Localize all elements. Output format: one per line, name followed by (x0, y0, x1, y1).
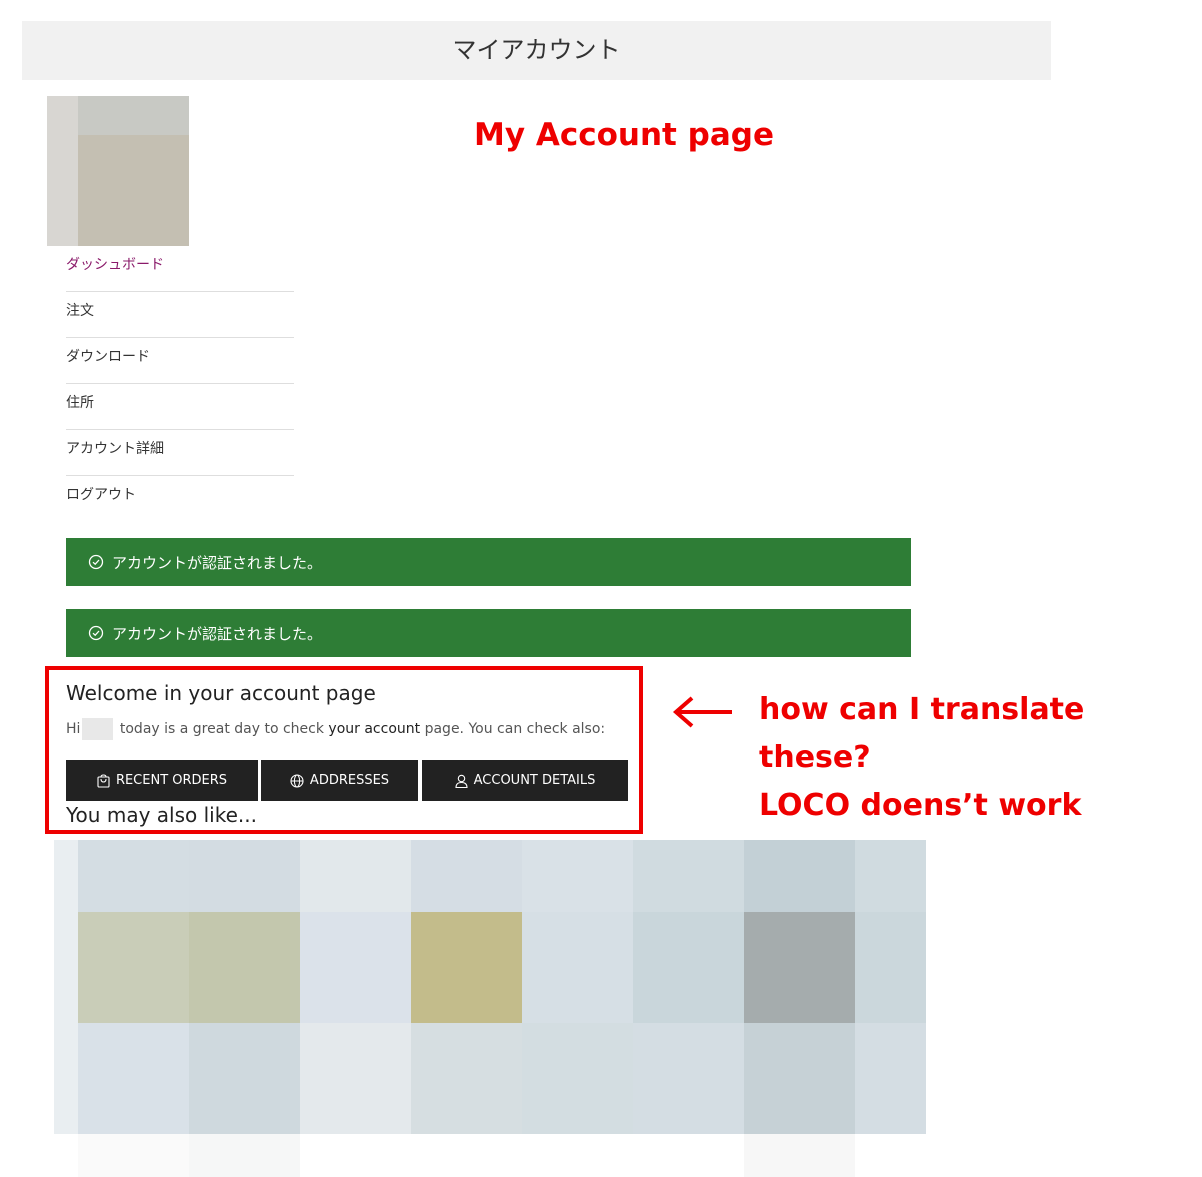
annotation-question-line: LOCO doens’t work (759, 788, 1082, 823)
product-tile (744, 1023, 855, 1134)
product-tile (300, 840, 411, 912)
redacted-username (82, 718, 114, 740)
account-navigation: ダッシュボード 注文 ダウンロード 住所 アカウント詳細 ログアウト (66, 246, 294, 522)
welcome-text-middle: today is a great day to check (119, 721, 324, 737)
account-details-button[interactable]: ACCOUNT DETAILS (422, 760, 628, 801)
welcome-text-end: page. You can check also: (424, 721, 606, 737)
page-header: マイアカウント (22, 21, 1051, 80)
product-tile (189, 840, 300, 912)
annotation-question: how can I translate these? LOCO doens’t … (759, 686, 1202, 830)
nav-item-downloads[interactable]: ダウンロード (66, 338, 294, 384)
your-account-link[interactable]: your account (328, 721, 420, 737)
product-tile (744, 912, 855, 1023)
recent-orders-label: RECENT ORDERS (115, 773, 228, 788)
product-tile (78, 840, 189, 912)
product-tile (522, 912, 633, 1023)
nav-item-addresses[interactable]: 住所 (66, 384, 294, 430)
product-tile (78, 1134, 189, 1177)
addresses-label: ADDRESSES (309, 773, 390, 788)
related-products-title: You may also like... (66, 803, 257, 827)
check-circle-icon (88, 554, 104, 570)
annotation-page-label: My Account page (474, 117, 774, 153)
welcome-text: Hi today is a great day to check your ac… (66, 718, 605, 740)
success-notice: アカウントが認証されました。 (66, 609, 911, 657)
avatar (47, 96, 189, 246)
product-tile (855, 1023, 926, 1134)
account-details-label: ACCOUNT DETAILS (473, 773, 596, 788)
related-products-grid (54, 840, 926, 1177)
welcome-hi: Hi (66, 721, 81, 737)
product-tile (300, 1023, 411, 1134)
product-tile (744, 1134, 855, 1177)
annotation-arrow-icon (672, 696, 732, 728)
product-tile (633, 840, 744, 912)
product-tile (855, 840, 926, 912)
annotation-question-line: how can I translate these? (759, 692, 1085, 775)
product-tile (54, 840, 78, 1177)
user-icon (455, 774, 468, 788)
product-tile (411, 912, 522, 1023)
globe-icon (290, 773, 304, 788)
welcome-title: Welcome in your account page (66, 681, 376, 705)
nav-item-orders[interactable]: 注文 (66, 292, 294, 338)
product-tile (300, 912, 411, 1023)
product-tile (522, 1023, 633, 1134)
notice-text: アカウントが認証されました。 (112, 553, 323, 572)
nav-item-account-details[interactable]: アカウント詳細 (66, 430, 294, 476)
product-tile (189, 912, 300, 1023)
product-tile (189, 1023, 300, 1134)
shopping-bag-icon (97, 773, 110, 788)
product-tile (633, 1023, 744, 1134)
product-tile (189, 1134, 300, 1177)
nav-item-dashboard[interactable]: ダッシュボード (66, 246, 294, 292)
avatar-tile (47, 96, 78, 246)
product-tile (411, 840, 522, 912)
notice-text: アカウントが認証されました。 (112, 624, 323, 643)
check-circle-icon (88, 625, 104, 641)
avatar-tile (78, 96, 189, 135)
success-notice: アカウントが認証されました。 (66, 538, 911, 586)
product-tile (855, 912, 926, 1023)
product-tile (633, 912, 744, 1023)
product-tile (411, 1023, 522, 1134)
product-tile (522, 840, 633, 912)
page-title: マイアカウント (452, 36, 621, 64)
nav-item-logout[interactable]: ログアウト (66, 476, 294, 522)
recent-orders-button[interactable]: RECENT ORDERS (66, 760, 258, 801)
product-tile (78, 1023, 189, 1134)
addresses-button[interactable]: ADDRESSES (261, 760, 418, 801)
product-tile (744, 840, 855, 912)
product-tile (78, 912, 189, 1023)
